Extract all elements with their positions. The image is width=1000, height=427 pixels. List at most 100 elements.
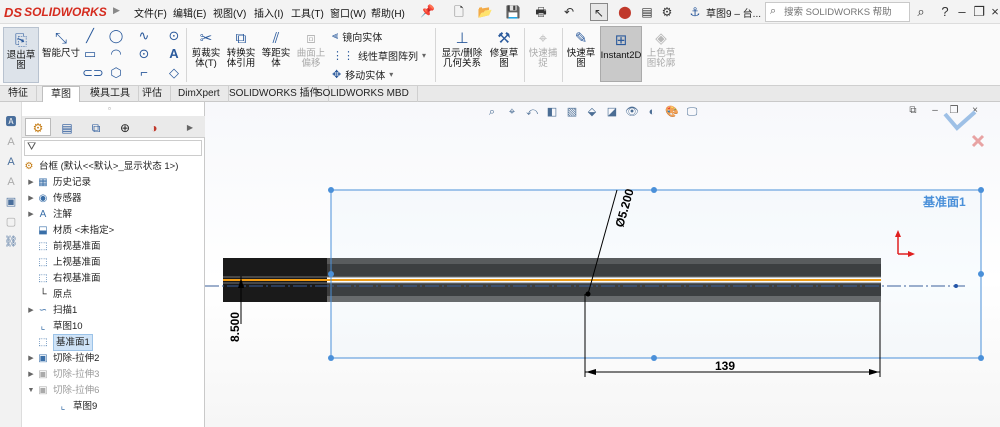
tree-item-material[interactable]: ⬓ 材质 <未指定>	[36, 223, 114, 238]
offset-surface-button[interactable]: ⧈ 曲面上偏移	[294, 29, 328, 69]
graphics-area[interactable]: ⌕ ⌖ ⤺ ◧ ▧ ⬙ ◪ 👁 ◐ 🎨 🖵 ⧉ – ❐ × Ø5.200 8.5…	[205, 102, 1000, 427]
tree-item-sketch9[interactable]: ⌞ 草图9	[56, 399, 98, 414]
file-properties-icon[interactable]: ▤	[638, 3, 656, 21]
expand-arrow-icon[interactable]: ▶	[26, 303, 36, 318]
menu-edit[interactable]: 编辑(E)	[173, 5, 206, 20]
help-search-input[interactable]	[784, 5, 904, 19]
options-gear-icon[interactable]: ⚙	[658, 3, 676, 21]
undo-icon[interactable]: ↶	[560, 3, 578, 21]
tree-item-plane1[interactable]: ⬚ 基准面1	[36, 334, 93, 351]
instant2d-button[interactable]: ⊞ Instant2D	[600, 26, 642, 82]
expand-arrow-icon[interactable]: ▶	[26, 175, 36, 190]
slot-icon[interactable]: ⊂⊃	[82, 65, 104, 81]
select-arrow-icon[interactable]: ↖	[590, 3, 608, 21]
confirmation-corner-icon[interactable]	[943, 110, 985, 148]
help-question-icon[interactable]: ?	[936, 3, 954, 21]
polygon-icon[interactable]: ⬡	[108, 65, 124, 81]
panel-expand-icon[interactable]: ▶	[177, 118, 203, 136]
arc-icon[interactable]: ◠	[108, 46, 124, 62]
text-icon[interactable]: A	[166, 46, 182, 62]
text-annotation-icon[interactable]: 🅰	[3, 114, 19, 130]
height-dimension[interactable]: 8.500	[228, 312, 242, 342]
tree-item-cut-extrude2[interactable]: ▶ ▣ 切除-拉伸2	[26, 351, 99, 366]
plane1-outline[interactable]	[330, 189, 982, 359]
feature-manager-icon[interactable]: ⚙	[25, 118, 51, 136]
panel-grip-icon[interactable]: ▫	[108, 104, 111, 113]
tab-features[interactable]: 特征	[0, 86, 37, 102]
menu-help[interactable]: 帮助(H)	[371, 5, 405, 20]
property-manager-icon[interactable]: ▤	[54, 118, 80, 136]
convert-entities-button[interactable]: ⧉ 转换实体引用	[224, 29, 258, 69]
minimize-icon[interactable]: –	[953, 3, 971, 21]
tree-item-sensors[interactable]: ▶ ◉ 传感器	[26, 191, 81, 206]
text-annotation-icon[interactable]: A	[3, 154, 19, 170]
help-search-box[interactable]: ⌕	[765, 2, 910, 22]
save-icon[interactable]: 💾	[504, 3, 522, 21]
expand-arrow-icon[interactable]: ▶	[26, 191, 36, 206]
tree-item-annotations[interactable]: ▶ A 注解	[26, 207, 72, 222]
tree-item-sweep1[interactable]: ▶ ∽ 扫描1	[26, 303, 77, 318]
circle-icon[interactable]: ◯	[108, 28, 124, 44]
display-relations-button[interactable]: ⊥ 显示/删除几何关系	[439, 29, 485, 69]
rectangle-icon[interactable]: ▭	[82, 46, 98, 62]
fillet-icon[interactable]: ⌐	[136, 65, 152, 81]
tree-item-right-plane[interactable]: ⬚ 右视基准面	[36, 271, 100, 286]
menu-view[interactable]: 视图(V)	[213, 5, 246, 20]
spline-icon[interactable]: ∿	[136, 28, 152, 44]
move-entities-button[interactable]: ✥ 移动实体 ▾	[332, 67, 393, 82]
expand-arrow-icon[interactable]: ▶	[26, 367, 36, 382]
menu-window[interactable]: 窗口(W)	[330, 5, 366, 20]
smart-dimension-button[interactable]: ⤡ 智能尺寸	[42, 29, 80, 59]
tree-item-origin[interactable]: └ 原点	[36, 287, 72, 302]
open-folder-icon[interactable]: 📂	[476, 3, 494, 21]
tab-mbd[interactable]: SOLIDWORKS MBD	[308, 86, 418, 102]
anchor-icon[interactable]: ⚓	[686, 3, 704, 21]
tree-filter[interactable]: ⛛	[24, 140, 202, 156]
tree-item-cut-extrude3[interactable]: ▶ ▣ 切除-拉伸3	[26, 367, 99, 382]
expand-arrow-icon[interactable]: ▶	[113, 5, 123, 19]
tree-item-front-plane[interactable]: ⬚ 前视基准面	[36, 239, 100, 254]
library-icon[interactable]: ▢	[3, 214, 19, 230]
point-icon[interactable]: ⊙	[136, 46, 152, 62]
tree-item-cut-extrude6[interactable]: ▼ ▣ 切除-拉伸6	[26, 383, 100, 398]
display-manager-icon[interactable]: ◑	[141, 118, 167, 136]
plane1-label[interactable]: 基准面1	[923, 193, 966, 210]
tab-sketch[interactable]: 草图	[42, 86, 80, 102]
length-dimension[interactable]: 139	[715, 359, 735, 373]
new-document-icon[interactable]: 🗋	[450, 3, 468, 21]
tree-item-sketch10[interactable]: ⌞ 草图10	[36, 319, 83, 334]
expand-arrow-icon[interactable]: ▶	[26, 207, 36, 222]
library-icon[interactable]: ▣	[3, 194, 19, 210]
tree-root[interactable]: ⚙ 台框 (默认<<默认>_显示状态 1>)	[22, 159, 179, 174]
mirror-entities-button[interactable]: ⫷ 镜向实体	[332, 29, 382, 44]
rapid-sketch-button[interactable]: ✎ 快速草图	[564, 29, 598, 69]
line-icon[interactable]: ╱	[82, 28, 98, 44]
tree-item-top-plane[interactable]: ⬚ 上视基准面	[36, 255, 100, 270]
text-annotation-icon[interactable]: A	[3, 174, 19, 190]
sketch-canvas[interactable]: Ø5.200 8.500 139	[205, 102, 1000, 427]
configuration-manager-icon[interactable]: ⧉	[83, 118, 109, 136]
exit-sketch-button[interactable]: ⎘ 退出草图	[3, 27, 39, 83]
print-icon[interactable]: 🖶	[532, 3, 550, 21]
trim-entities-button[interactable]: ✂ 剪裁实体(T)	[188, 29, 224, 69]
dropdown-arrow-icon[interactable]: ▾	[422, 51, 426, 60]
collapse-arrow-icon[interactable]: ▼	[26, 383, 36, 398]
text-annotation-icon[interactable]: A	[3, 134, 19, 150]
dimxpert-manager-icon[interactable]: ⊕	[112, 118, 138, 136]
pin-icon[interactable]: 📌	[420, 4, 435, 18]
tab-mold-tools[interactable]: 模具工具	[82, 86, 139, 102]
plane-icon[interactable]: ◇	[166, 65, 182, 81]
menu-tools[interactable]: 工具(T)	[291, 5, 324, 20]
menu-file[interactable]: 文件(F)	[134, 5, 167, 20]
link-icon[interactable]: ⛓	[3, 234, 19, 250]
centerline-icon[interactable]: ⊙	[166, 28, 182, 44]
close-icon[interactable]: ×	[986, 3, 1000, 21]
tab-evaluate[interactable]: 评估	[134, 86, 171, 102]
search-magnifier-icon[interactable]: ⌕	[912, 3, 930, 21]
tab-dimxpert[interactable]: DimXpert	[170, 86, 229, 102]
shaded-sketch-button[interactable]: ◈ 上色草图轮廓	[644, 29, 678, 69]
dropdown-arrow-icon[interactable]: ▾	[389, 70, 393, 79]
offset-entities-button[interactable]: ⫽ 等距实体	[259, 29, 293, 69]
quick-snaps-button[interactable]: ⌖ 快速捕捉	[527, 29, 559, 69]
traffic-light-icon[interactable]: ⬤	[616, 3, 634, 21]
